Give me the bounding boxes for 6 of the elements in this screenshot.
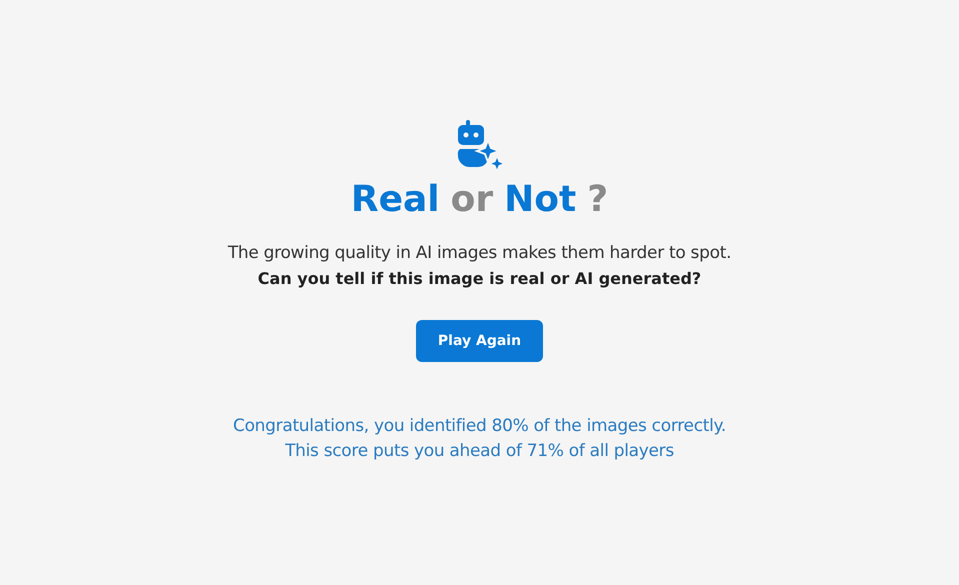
play-again-button[interactable]: Play Again	[416, 320, 543, 362]
result-text: Congratulations, you identified 80% of the images correctly.	[233, 415, 726, 438]
game-title: Real or Not ?	[350, 178, 608, 222]
result-text: This score puts you ahead of 71% of all players	[285, 440, 674, 463]
description-text: The growing quality in AI images makes them harder to spot.	[228, 242, 732, 265]
question-text: Can you tell if this image is real or AI generated?	[258, 268, 702, 290]
